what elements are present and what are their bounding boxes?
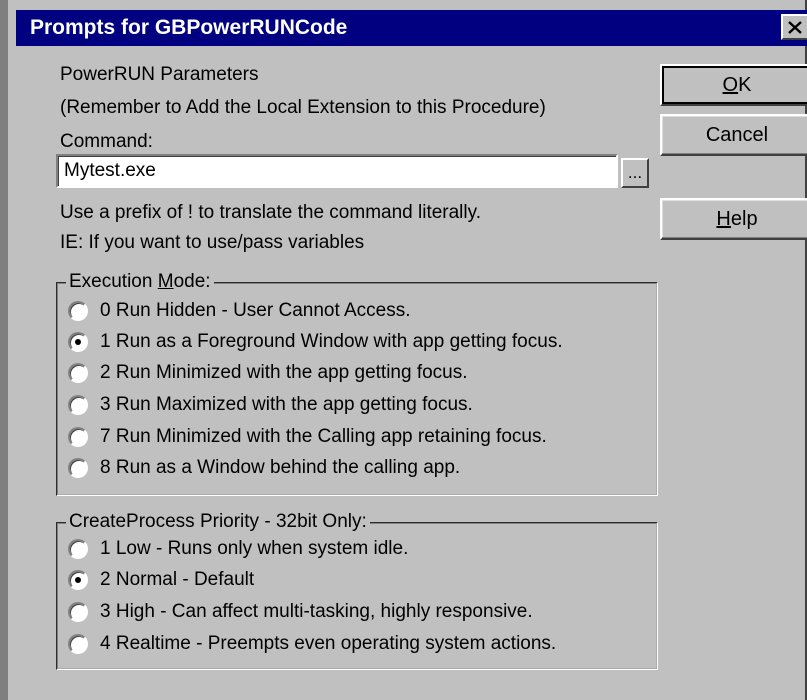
- exec-option-label: 2 Run Minimized with the app getting foc…: [100, 362, 468, 383]
- priority-option-label: 1 Low - Runs only when system idle.: [100, 538, 409, 559]
- radio-button[interactable]: [68, 301, 88, 321]
- browse-button[interactable]: ...: [621, 158, 649, 188]
- help-label-rest: elp: [730, 207, 758, 230]
- priority-option-label: 3 High - Can affect multi-tasking, highl…: [100, 601, 533, 622]
- exec-option-label: 3 Run Maximized with the app getting foc…: [100, 394, 473, 415]
- priority-option-0[interactable]: 1 Low - Runs only when system idle.: [68, 538, 408, 560]
- help-button[interactable]: Help: [660, 198, 807, 240]
- radio-button[interactable]: [68, 332, 88, 352]
- exec-option-4[interactable]: 7 Run Minimized with the Calling app ret…: [68, 426, 547, 448]
- dialog-content: PowerRUN Parameters (Remember to Add the…: [16, 46, 807, 700]
- radio-button[interactable]: [68, 570, 88, 590]
- params-heading: PowerRUN Parameters: [60, 64, 259, 85]
- close-button[interactable]: [781, 14, 807, 40]
- ok-label-rest: K: [738, 73, 752, 96]
- ok-button[interactable]: OK: [660, 64, 807, 106]
- priority-group: CreateProcess Priority - 32bit Only: 1 L…: [56, 511, 658, 670]
- priority-option-1[interactable]: 2 Normal - Default: [68, 569, 254, 591]
- radio-button[interactable]: [68, 634, 88, 654]
- exec-option-2[interactable]: 2 Run Minimized with the app getting foc…: [68, 362, 468, 384]
- radio-button[interactable]: [68, 363, 88, 383]
- radio-button[interactable]: [68, 427, 88, 447]
- exec-option-3[interactable]: 3 Run Maximized with the app getting foc…: [68, 394, 473, 416]
- command-label: Command:: [60, 131, 153, 152]
- execution-mode-group: Execution Mode: 0 Run Hidden - User Cann…: [56, 271, 658, 496]
- radio-button[interactable]: [68, 458, 88, 478]
- cancel-button[interactable]: Cancel: [660, 114, 807, 156]
- exec-option-label: 7 Run Minimized with the Calling app ret…: [100, 426, 547, 447]
- exec-option-0[interactable]: 0 Run Hidden - User Cannot Access.: [68, 300, 411, 322]
- exec-option-1[interactable]: 1 Run as a Foreground Window with app ge…: [68, 331, 563, 353]
- priority-legend: CreateProcess Priority - 32bit Only:: [66, 511, 370, 533]
- exec-option-label: 8 Run as a Window behind the calling app…: [100, 457, 461, 478]
- ok-mnemonic: O: [722, 73, 739, 96]
- window-title: Prompts for GBPowerRUNCode: [30, 16, 348, 39]
- close-icon: [788, 20, 802, 34]
- priority-option-3[interactable]: 4 Realtime - Preempts even operating sys…: [68, 633, 556, 655]
- legend-text-end: ode:: [173, 271, 211, 292]
- radio-button[interactable]: [68, 602, 88, 622]
- dialog-window: Prompts for GBPowerRUNCode PowerRUN Para…: [0, 0, 807, 700]
- legend-text-start: Execution: [69, 271, 158, 292]
- exec-option-label: 1 Run as a Foreground Window with app ge…: [100, 331, 563, 352]
- radio-button[interactable]: [68, 539, 88, 559]
- command-input[interactable]: [56, 154, 618, 188]
- radio-button[interactable]: [68, 395, 88, 415]
- variables-hint: IE: If you want to use/pass variables: [60, 232, 365, 253]
- help-mnemonic: H: [716, 207, 731, 230]
- title-bar[interactable]: Prompts for GBPowerRUNCode: [16, 10, 807, 46]
- priority-option-2[interactable]: 3 High - Can affect multi-tasking, highl…: [68, 601, 533, 623]
- prefix-hint: Use a prefix of ! to translate the comma…: [60, 202, 481, 223]
- exec-option-label: 0 Run Hidden - User Cannot Access.: [100, 300, 411, 321]
- exec-option-5[interactable]: 8 Run as a Window behind the calling app…: [68, 457, 460, 479]
- priority-option-label: 4 Realtime - Preempts even operating sys…: [100, 633, 557, 654]
- priority-option-label: 2 Normal - Default: [100, 569, 255, 590]
- execution-mode-legend: Execution Mode:: [66, 271, 214, 293]
- legend-mnemonic: M: [157, 271, 174, 292]
- extension-reminder: (Remember to Add the Local Extension to …: [60, 97, 546, 118]
